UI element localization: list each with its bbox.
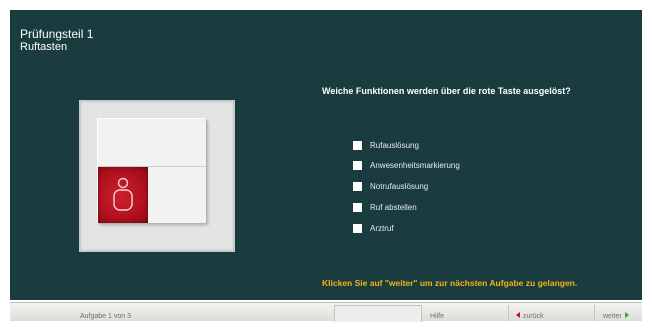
option-label: Notrufauslösung (370, 182, 429, 191)
option-rufausloesung[interactable]: Rufauslösung (353, 140, 573, 152)
next-label: weiter (603, 313, 622, 320)
call-switch-icon (80, 101, 234, 251)
red-call-button (98, 167, 148, 223)
option-ruf-abstellen[interactable]: Ruf abstellen (353, 202, 573, 214)
hint-text: Klicken Sie auf "weiter" um zur nächsten… (322, 278, 578, 288)
arrow-right-icon (624, 312, 629, 318)
title-block: Prüfungsteil 1 Ruftasten (20, 27, 94, 54)
progress-status: Aufgabe 1 von 3 (80, 313, 131, 320)
checkbox[interactable] (353, 182, 362, 191)
switch-rocker (98, 119, 206, 223)
option-anwesenheitsmarkierung[interactable]: Anwesenheitsmarkierung (353, 160, 573, 172)
option-label: Anwesenheitsmarkierung (370, 161, 460, 170)
option-label: Ruf abstellen (370, 203, 417, 212)
option-label: Rufauslösung (370, 141, 419, 150)
help-button[interactable]: Hilfe (430, 303, 444, 321)
checkbox[interactable] (353, 141, 362, 150)
main-panel: Prüfungsteil 1 Ruftasten Weiche Funktion… (10, 10, 642, 300)
footer-blank-field (334, 305, 422, 322)
checkbox[interactable] (353, 203, 362, 212)
back-label: zurück (523, 313, 544, 320)
next-button[interactable]: weiter (603, 303, 629, 321)
page-subtitle: Ruftasten (20, 41, 68, 53)
bottom-bar: Aufgabe 1 von 3 Hilfe zurück weiter (10, 302, 642, 322)
option-arztruf[interactable]: Arztruf (353, 223, 573, 235)
option-notrufausloesung[interactable]: Notrufauslösung (353, 181, 573, 193)
page-title: Prüfungsteil 1 (20, 27, 94, 41)
back-button[interactable]: zurück (516, 303, 544, 321)
person-icon (113, 177, 133, 211)
option-label: Arztruf (370, 224, 394, 233)
divider (594, 305, 595, 321)
divider (508, 305, 509, 321)
checkbox[interactable] (353, 224, 362, 233)
checkbox[interactable] (353, 161, 362, 170)
question-text: Weiche Funktionen werden über die rote T… (322, 86, 571, 96)
arrow-left-icon (516, 312, 520, 318)
